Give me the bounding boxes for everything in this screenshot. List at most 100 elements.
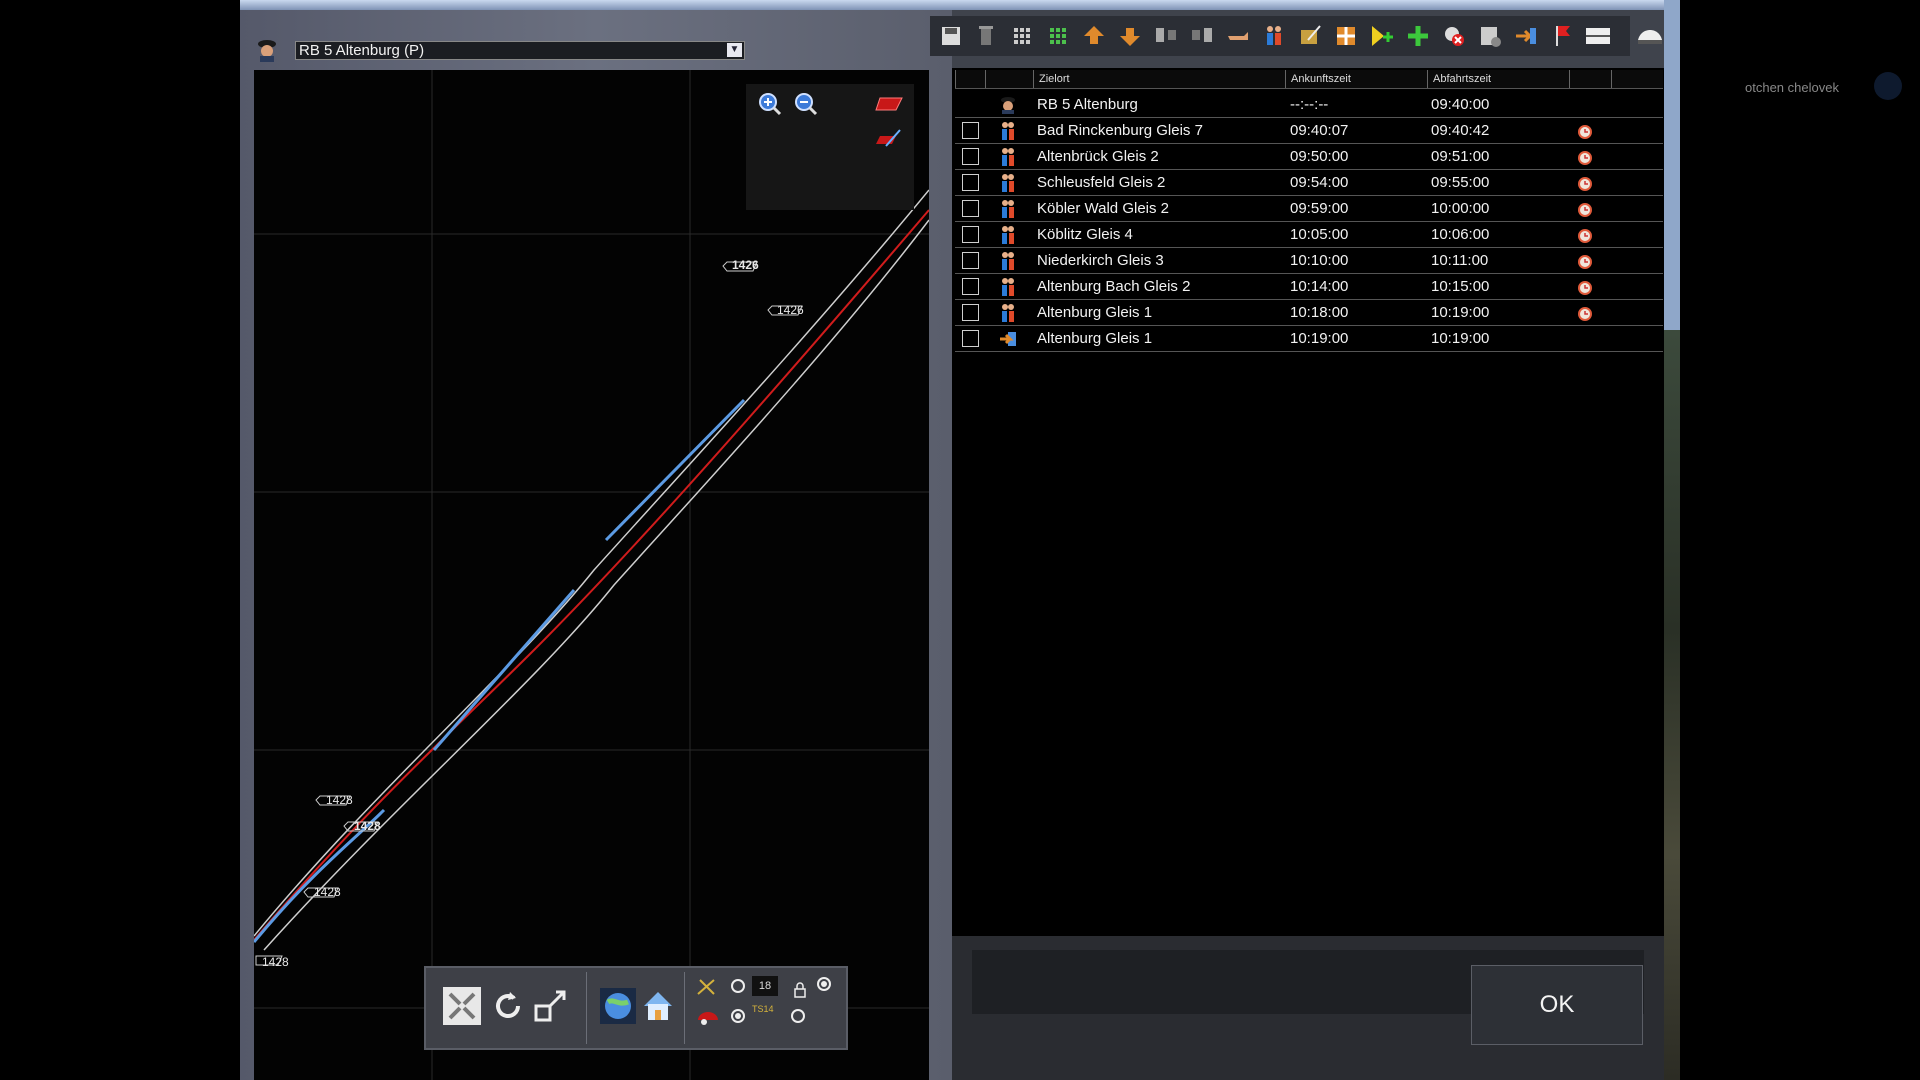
header-destination[interactable]: Zielort xyxy=(1033,70,1240,88)
lock-icon[interactable] xyxy=(794,982,806,998)
row-checkbox[interactable] xyxy=(962,122,979,139)
table-row[interactable]: Altenburg Bach Gleis 2 10:14:00 10:15:00 xyxy=(955,274,1663,300)
signal-icon[interactable] xyxy=(696,976,718,998)
arrival-cell[interactable]: 10:14:00 xyxy=(1290,274,1348,299)
row-checkbox[interactable] xyxy=(962,304,979,321)
alarm-clock-icon[interactable] xyxy=(1577,279,1593,295)
passengers-icon[interactable] xyxy=(1258,18,1290,52)
radio-option[interactable] xyxy=(816,976,832,992)
table-row[interactable]: Niederkirch Gleis 3 10:10:00 10:11:00 xyxy=(955,248,1663,274)
map-value-display: 18 xyxy=(752,976,778,996)
table-row[interactable]: Altenburg Gleis 1 10:18:00 10:19:00 xyxy=(955,300,1663,326)
hand-icon[interactable] xyxy=(1222,18,1254,52)
header-arrival[interactable]: Ankunftszeit xyxy=(1285,70,1427,88)
alarm-clock-icon[interactable] xyxy=(1577,305,1593,321)
globe-icon[interactable] xyxy=(598,986,638,1026)
arrival-cell[interactable]: 09:54:00 xyxy=(1290,170,1348,195)
departure-cell[interactable]: 09:51:00 xyxy=(1431,144,1489,169)
row-checkbox[interactable] xyxy=(962,226,979,243)
table-row[interactable]: Bad Rinckenburg Gleis 7 09:40:07 09:40:42 xyxy=(955,118,1663,144)
destination-cell: Altenburg Gleis 1 xyxy=(1037,304,1153,321)
track-map-canvas[interactable]: 1426 1426 1428 1428 1428 1428 xyxy=(254,70,929,1080)
departure-cell[interactable]: 10:15:00 xyxy=(1431,274,1489,299)
train-icon[interactable] xyxy=(1634,18,1666,52)
arrival-cell[interactable]: 10:05:00 xyxy=(1290,222,1348,247)
departure-cell[interactable]: 10:06:00 xyxy=(1431,222,1489,247)
move-down-icon[interactable] xyxy=(1114,18,1146,52)
flag-icon[interactable] xyxy=(1546,18,1578,52)
arrival-cell[interactable]: 10:19:00 xyxy=(1290,326,1348,351)
table-row[interactable]: Altenburg Gleis 1 10:19:00 10:19:00 xyxy=(955,326,1663,352)
train-select-dropdown[interactable]: RB 5 Altenburg (P) xyxy=(295,41,745,60)
alarm-clock-icon[interactable] xyxy=(1577,227,1593,243)
track-map[interactable]: 1426 1426 1428 1428 1428 1428 xyxy=(254,70,929,1080)
settings-icon[interactable] xyxy=(1474,18,1506,52)
map-grid xyxy=(254,70,929,1080)
row-checkbox[interactable] xyxy=(962,174,979,191)
destination-cell: Altenburg Bach Gleis 2 xyxy=(1037,278,1191,295)
row-checkbox[interactable] xyxy=(962,200,979,217)
expand-icon[interactable] xyxy=(532,986,572,1026)
home-icon[interactable] xyxy=(638,986,678,1026)
destination-cell: Köbler Wald Gleis 2 xyxy=(1037,200,1169,217)
chevron-down-icon[interactable]: ▼ xyxy=(727,43,742,57)
departure-cell[interactable]: 10:19:00 xyxy=(1431,300,1489,325)
zoom-out-icon[interactable] xyxy=(794,92,818,116)
remove-icon[interactable] xyxy=(1438,18,1470,52)
row-checkbox[interactable] xyxy=(962,148,979,165)
map-toolbar: 18 TS14 xyxy=(424,966,848,1050)
zoom-in-icon[interactable] xyxy=(758,92,782,116)
add-yellow-icon[interactable] xyxy=(1366,18,1398,52)
table-row[interactable]: Köbler Wald Gleis 2 09:59:00 10:00:00 xyxy=(955,196,1663,222)
save-icon[interactable] xyxy=(934,18,966,52)
table-row[interactable]: Schleusfeld Gleis 2 09:54:00 09:55:00 xyxy=(955,170,1663,196)
alarm-clock-icon[interactable] xyxy=(1577,123,1593,139)
departure-cell[interactable]: 09:55:00 xyxy=(1431,170,1489,195)
cross-icon[interactable] xyxy=(1330,18,1362,52)
radio-option[interactable] xyxy=(730,1008,746,1024)
fit-view-icon[interactable] xyxy=(442,986,482,1026)
radio-option[interactable] xyxy=(730,978,746,994)
rotate-icon[interactable] xyxy=(488,986,528,1026)
arrival-cell[interactable]: --:--:-- xyxy=(1290,92,1328,117)
move-up-icon[interactable] xyxy=(1078,18,1110,52)
merge-icon[interactable] xyxy=(1186,18,1218,52)
split-icon[interactable] xyxy=(1150,18,1182,52)
departure-cell[interactable]: 10:00:00 xyxy=(1431,196,1489,221)
table-row[interactable]: RB 5 Altenburg --:--:-- 09:40:00 xyxy=(955,92,1663,118)
arrival-cell[interactable]: 09:59:00 xyxy=(1290,196,1348,221)
radio-option[interactable] xyxy=(790,1008,806,1024)
header-departure[interactable]: Abfahrtszeit xyxy=(1427,70,1569,88)
row-checkbox[interactable] xyxy=(962,330,979,347)
row-checkbox[interactable] xyxy=(962,252,979,269)
departure-cell[interactable]: 09:40:00 xyxy=(1431,92,1489,117)
arrival-cell[interactable]: 10:10:00 xyxy=(1290,248,1348,273)
add-green-icon[interactable] xyxy=(1402,18,1434,52)
train-red-icon[interactable] xyxy=(696,1006,720,1028)
grid-icon[interactable] xyxy=(1006,18,1038,52)
table-row[interactable]: Altenbrück Gleis 2 09:50:00 09:51:00 xyxy=(955,144,1663,170)
alarm-clock-icon[interactable] xyxy=(1577,175,1593,191)
departure-cell[interactable]: 09:40:42 xyxy=(1431,118,1489,143)
ok-button[interactable]: OK xyxy=(1471,965,1643,1045)
arrival-cell[interactable]: 10:18:00 xyxy=(1290,300,1348,325)
list-icon[interactable] xyxy=(1582,18,1614,52)
alarm-clock-icon[interactable] xyxy=(1577,201,1593,217)
table-row[interactable]: Köblitz Gleis 4 10:05:00 10:06:00 xyxy=(955,222,1663,248)
edit-route-icon[interactable] xyxy=(876,128,904,150)
speed-labels: 1426 1426 1428 1428 1428 1428 xyxy=(255,258,804,969)
departure-cell[interactable]: 10:11:00 xyxy=(1431,248,1488,273)
departure-cell[interactable]: 10:19:00 xyxy=(1431,326,1489,351)
enter-icon[interactable] xyxy=(1510,18,1542,52)
alarm-clock-icon[interactable] xyxy=(1577,253,1593,269)
passenger-icon xyxy=(999,199,1017,218)
alarm-clock-icon[interactable] xyxy=(1577,149,1593,165)
eraser-icon[interactable] xyxy=(874,94,904,114)
row-checkbox[interactable] xyxy=(962,278,979,295)
avatar[interactable] xyxy=(1874,72,1902,100)
arrival-cell[interactable]: 09:40:07 xyxy=(1290,118,1348,143)
edit-icon[interactable] xyxy=(1294,18,1326,52)
delete-icon[interactable] xyxy=(970,18,1002,52)
grid-green-icon[interactable] xyxy=(1042,18,1074,52)
arrival-cell[interactable]: 09:50:00 xyxy=(1290,144,1348,169)
